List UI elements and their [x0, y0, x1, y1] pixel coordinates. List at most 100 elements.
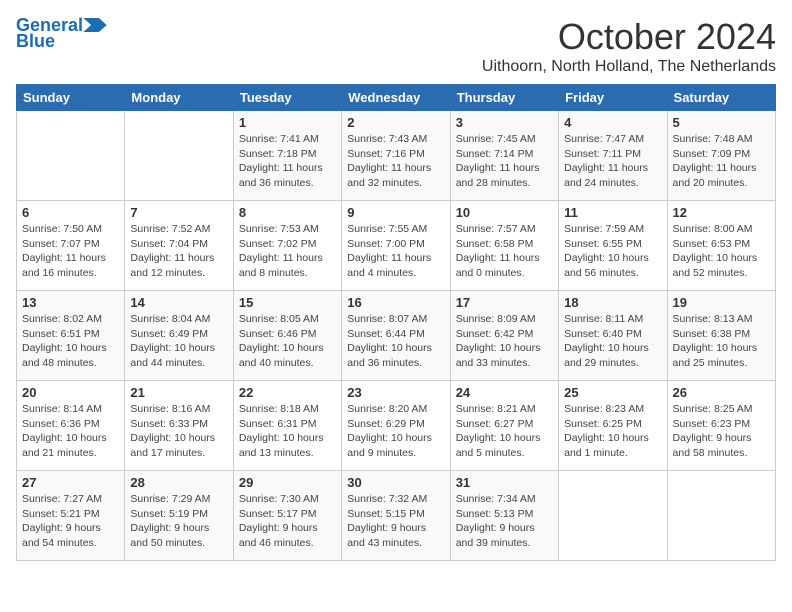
day-info: Sunrise: 7:57 AMSunset: 6:58 PMDaylight:… [456, 222, 553, 281]
calendar-cell: 4 Sunrise: 7:47 AMSunset: 7:11 PMDaylight… [559, 111, 667, 201]
day-number: 1 [239, 115, 336, 130]
calendar-cell: 11 Sunrise: 7:59 AMSunset: 6:55 PMDayligh… [559, 201, 667, 291]
day-number: 27 [22, 475, 119, 490]
calendar-cell: 27Sunrise: 7:27 AMSunset: 5:21 PMDayligh… [17, 471, 125, 561]
day-number: 13 [22, 295, 119, 310]
calendar-cell [559, 471, 667, 561]
calendar-header-cell: Tuesday [233, 85, 341, 111]
calendar-cell: 20 Sunrise: 8:14 AMSunset: 6:36 PMDayligh… [17, 381, 125, 471]
day-info: Sunrise: 7:34 AMSunset: 5:13 PMDaylight:… [456, 492, 553, 551]
day-number: 16 [347, 295, 444, 310]
calendar-header-cell: Monday [125, 85, 233, 111]
calendar-cell: 10 Sunrise: 7:57 AMSunset: 6:58 PMDayligh… [450, 201, 558, 291]
day-number: 19 [673, 295, 770, 310]
calendar-row: 1 Sunrise: 7:41 AMSunset: 7:18 PMDaylight… [17, 111, 776, 201]
day-info: Sunrise: 7:47 AMSunset: 7:11 PMDaylight:… [564, 132, 661, 191]
day-info: Sunrise: 8:11 AMSunset: 6:40 PMDaylight:… [564, 312, 661, 371]
day-number: 7 [130, 205, 227, 220]
day-info: Sunrise: 8:16 AMSunset: 6:33 PMDaylight:… [130, 402, 227, 461]
day-info: Sunrise: 8:02 AMSunset: 6:51 PMDaylight:… [22, 312, 119, 371]
calendar-header-cell: Sunday [17, 85, 125, 111]
calendar-cell: 1 Sunrise: 7:41 AMSunset: 7:18 PMDaylight… [233, 111, 341, 201]
day-info: Sunrise: 7:52 AMSunset: 7:04 PMDaylight:… [130, 222, 227, 281]
calendar-cell: 5Sunrise: 7:48 AMSunset: 7:09 PMDaylight… [667, 111, 775, 201]
logo-text-blue: Blue [16, 32, 55, 52]
day-info: Sunrise: 7:29 AMSunset: 5:19 PMDaylight:… [130, 492, 227, 551]
day-info: Sunrise: 8:05 AMSunset: 6:46 PMDaylight:… [239, 312, 336, 371]
calendar-cell: 17 Sunrise: 8:09 AMSunset: 6:42 PMDayligh… [450, 291, 558, 381]
calendar-cell: 25 Sunrise: 8:23 AMSunset: 6:25 PMDayligh… [559, 381, 667, 471]
day-number: 8 [239, 205, 336, 220]
calendar-cell: 16 Sunrise: 8:07 AMSunset: 6:44 PMDayligh… [342, 291, 450, 381]
calendar-header-cell: Saturday [667, 85, 775, 111]
calendar-cell: 15 Sunrise: 8:05 AMSunset: 6:46 PMDayligh… [233, 291, 341, 381]
day-info: Sunrise: 8:13 AMSunset: 6:38 PMDaylight:… [673, 312, 770, 371]
day-info: Sunrise: 8:14 AMSunset: 6:36 PMDaylight:… [22, 402, 119, 461]
day-number: 12 [673, 205, 770, 220]
day-info: Sunrise: 8:09 AMSunset: 6:42 PMDaylight:… [456, 312, 553, 371]
day-number: 25 [564, 385, 661, 400]
day-info: Sunrise: 7:41 AMSunset: 7:18 PMDaylight:… [239, 132, 336, 191]
calendar-cell [17, 111, 125, 201]
day-info: Sunrise: 7:59 AMSunset: 6:55 PMDaylight:… [564, 222, 661, 281]
day-number: 23 [347, 385, 444, 400]
day-number: 15 [239, 295, 336, 310]
calendar-cell: 9Sunrise: 7:55 AMSunset: 7:00 PMDaylight… [342, 201, 450, 291]
calendar-cell: 30 Sunrise: 7:32 AMSunset: 5:15 PMDayligh… [342, 471, 450, 561]
day-number: 17 [456, 295, 553, 310]
calendar-cell: 2Sunrise: 7:43 AMSunset: 7:16 PMDaylight… [342, 111, 450, 201]
day-number: 10 [456, 205, 553, 220]
title-block: October 2024 Uithoorn, North Holland, Th… [482, 16, 776, 76]
calendar-cell: 28 Sunrise: 7:29 AMSunset: 5:19 PMDayligh… [125, 471, 233, 561]
calendar-cell: 22 Sunrise: 8:18 AMSunset: 6:31 PMDayligh… [233, 381, 341, 471]
day-info: Sunrise: 7:45 AMSunset: 7:14 PMDaylight:… [456, 132, 553, 191]
calendar-cell: 7 Sunrise: 7:52 AMSunset: 7:04 PMDaylight… [125, 201, 233, 291]
day-number: 3 [456, 115, 553, 130]
calendar-row: 27Sunrise: 7:27 AMSunset: 5:21 PMDayligh… [17, 471, 776, 561]
calendar-cell: 12 Sunrise: 8:00 AMSunset: 6:53 PMDayligh… [667, 201, 775, 291]
day-info: Sunrise: 7:50 AMSunset: 7:07 PMDaylight:… [22, 222, 119, 281]
day-info: Sunrise: 8:20 AMSunset: 6:29 PMDaylight:… [347, 402, 444, 461]
day-number: 22 [239, 385, 336, 400]
calendar-cell: 21Sunrise: 8:16 AMSunset: 6:33 PMDayligh… [125, 381, 233, 471]
day-info: Sunrise: 8:00 AMSunset: 6:53 PMDaylight:… [673, 222, 770, 281]
day-number: 30 [347, 475, 444, 490]
day-info: Sunrise: 8:23 AMSunset: 6:25 PMDaylight:… [564, 402, 661, 461]
day-number: 29 [239, 475, 336, 490]
calendar-header-row: SundayMondayTuesdayWednesdayThursdayFrid… [17, 85, 776, 111]
month-title: October 2024 [482, 16, 776, 58]
calendar-row: 20 Sunrise: 8:14 AMSunset: 6:36 PMDayligh… [17, 381, 776, 471]
day-info: Sunrise: 7:32 AMSunset: 5:15 PMDaylight:… [347, 492, 444, 551]
calendar-cell: 19 Sunrise: 8:13 AMSunset: 6:38 PMDayligh… [667, 291, 775, 381]
calendar-cell: 14Sunrise: 8:04 AMSunset: 6:49 PMDayligh… [125, 291, 233, 381]
day-number: 2 [347, 115, 444, 130]
calendar-cell: 29Sunrise: 7:30 AMSunset: 5:17 PMDayligh… [233, 471, 341, 561]
day-number: 24 [456, 385, 553, 400]
calendar-table: SundayMondayTuesdayWednesdayThursdayFrid… [16, 84, 776, 561]
calendar-cell: 18 Sunrise: 8:11 AMSunset: 6:40 PMDayligh… [559, 291, 667, 381]
day-info: Sunrise: 7:55 AMSunset: 7:00 PMDaylight:… [347, 222, 444, 281]
day-info: Sunrise: 7:48 AMSunset: 7:09 PMDaylight:… [673, 132, 770, 191]
day-number: 28 [130, 475, 227, 490]
day-number: 11 [564, 205, 661, 220]
calendar-cell: 3 Sunrise: 7:45 AMSunset: 7:14 PMDaylight… [450, 111, 558, 201]
day-info: Sunrise: 8:04 AMSunset: 6:49 PMDaylight:… [130, 312, 227, 371]
page-header: General Blue October 2024 Uithoorn, Nort… [16, 16, 776, 76]
calendar-header-cell: Wednesday [342, 85, 450, 111]
day-info: Sunrise: 7:53 AMSunset: 7:02 PMDaylight:… [239, 222, 336, 281]
day-number: 4 [564, 115, 661, 130]
calendar-cell: 6 Sunrise: 7:50 AMSunset: 7:07 PMDaylight… [17, 201, 125, 291]
day-number: 6 [22, 205, 119, 220]
location-title: Uithoorn, North Holland, The Netherlands [482, 58, 776, 76]
day-info: Sunrise: 8:07 AMSunset: 6:44 PMDaylight:… [347, 312, 444, 371]
calendar-header-cell: Thursday [450, 85, 558, 111]
calendar-body: 1 Sunrise: 7:41 AMSunset: 7:18 PMDaylight… [17, 111, 776, 561]
day-number: 20 [22, 385, 119, 400]
calendar-cell [667, 471, 775, 561]
day-info: Sunrise: 8:18 AMSunset: 6:31 PMDaylight:… [239, 402, 336, 461]
day-number: 18 [564, 295, 661, 310]
day-info: Sunrise: 8:25 AMSunset: 6:23 PMDaylight:… [673, 402, 770, 461]
calendar-row: 13 Sunrise: 8:02 AMSunset: 6:51 PMDayligh… [17, 291, 776, 381]
day-number: 31 [456, 475, 553, 490]
calendar-cell: 26Sunrise: 8:25 AMSunset: 6:23 PMDayligh… [667, 381, 775, 471]
